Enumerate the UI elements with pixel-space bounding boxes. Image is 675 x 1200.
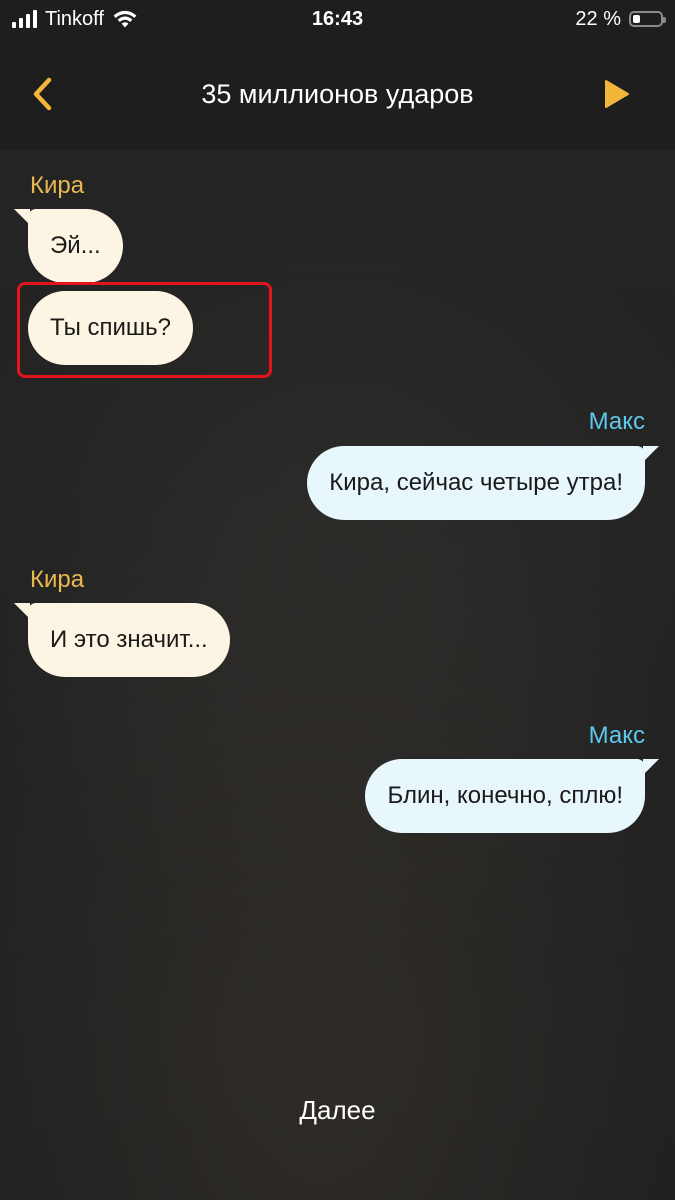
sender-name-kira: Кира (30, 172, 85, 199)
chat-title: 35 миллионов ударов (201, 79, 474, 109)
message-text: Блин, конечно, сплю! (387, 782, 623, 809)
status-time: 16:43 (311, 8, 364, 30)
battery-icon (629, 11, 666, 27)
sender-name-kira: Кира (30, 566, 85, 593)
message-bubble[interactable]: Кира, сейчас четыре утра! (307, 446, 659, 520)
message-text: Кира, сейчас четыре утра! (329, 469, 623, 496)
battery-percent: 22 % (575, 7, 621, 30)
message-bubble[interactable]: И это значит... (14, 603, 230, 677)
play-button[interactable] (599, 72, 635, 116)
status-right: 22 % (575, 6, 666, 32)
chat-screen: Tinkoff 16:43 22 % 35 миллионов ударов К… (0, 0, 675, 1200)
battery-level (633, 15, 640, 23)
chat-header: 35 миллионов ударов (0, 38, 675, 150)
play-icon (605, 80, 629, 108)
sender-name-maks: Макс (588, 408, 645, 435)
message-bubble[interactable]: Блин, конечно, сплю! (365, 759, 659, 833)
next-button[interactable]: Далее (0, 1092, 675, 1128)
message-bubble[interactable]: Эй... (14, 209, 123, 283)
sender-name-maks: Макс (588, 722, 645, 749)
message-text: Эй... (50, 232, 101, 259)
status-bar: Tinkoff 16:43 22 % (0, 0, 675, 38)
message-text: И это значит... (50, 626, 208, 653)
highlight-frame (17, 282, 272, 378)
